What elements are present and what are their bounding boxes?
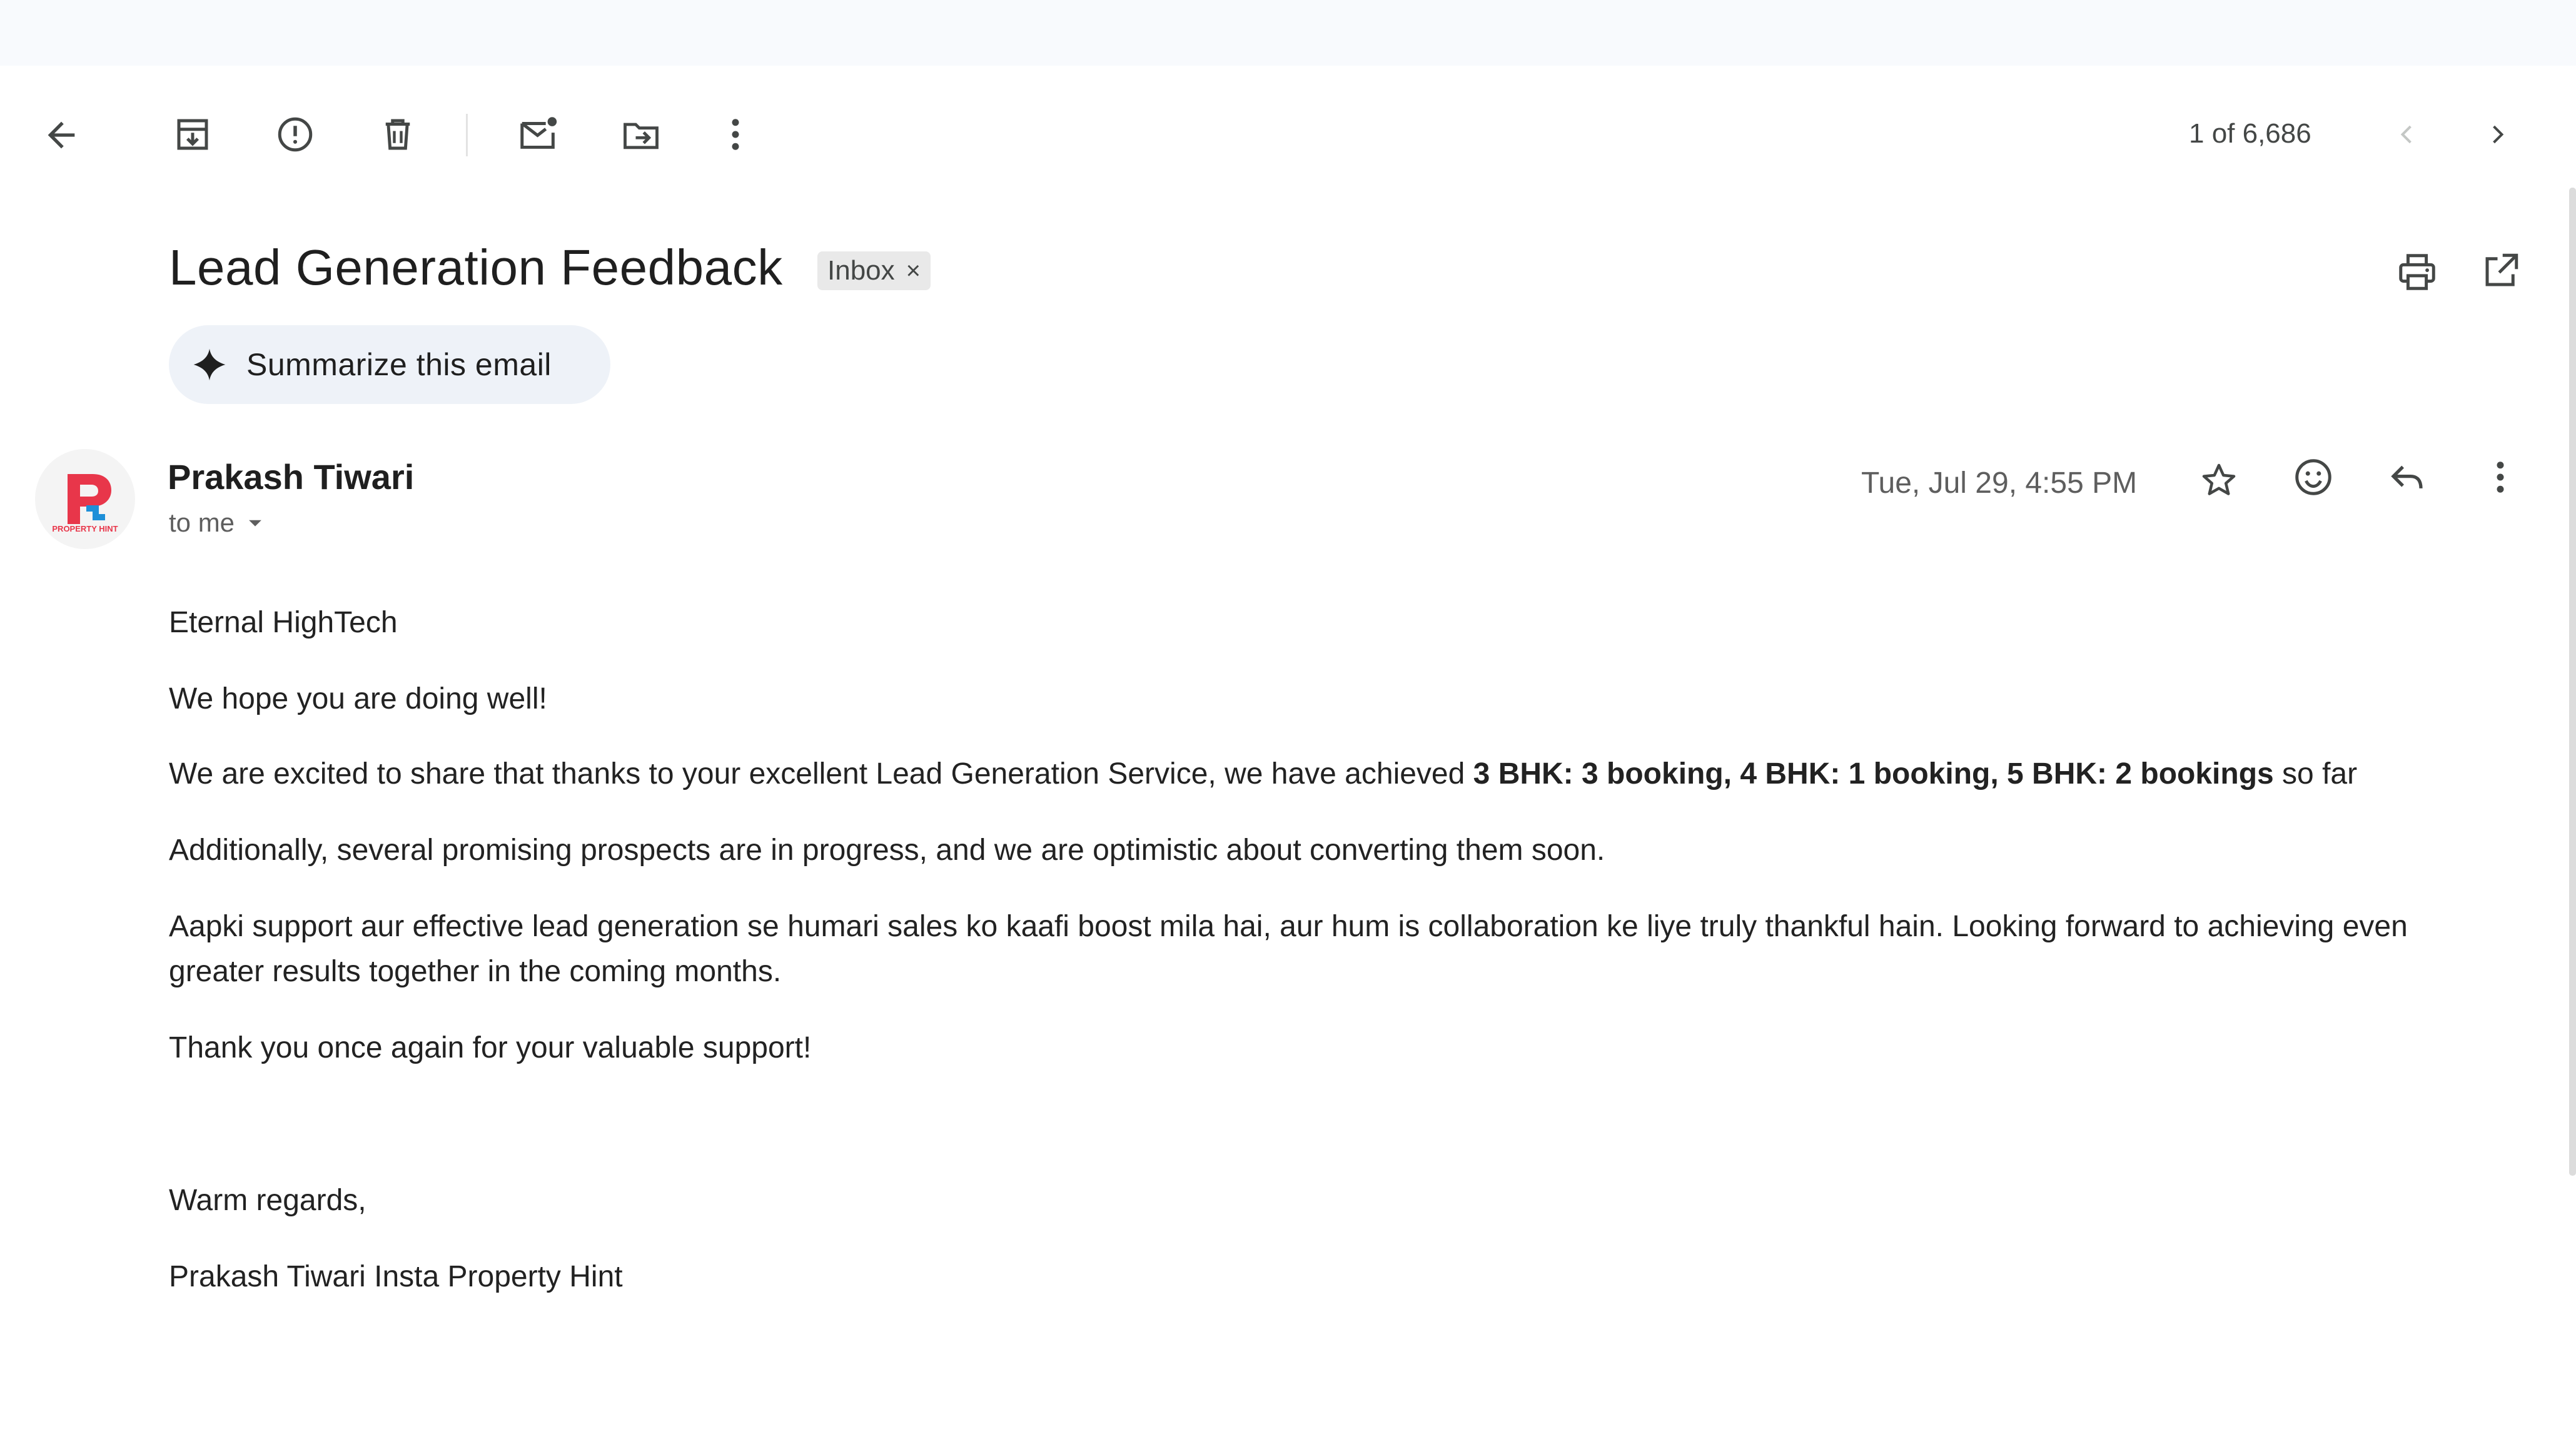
booking-summary: 3 BHK: 3 booking, 4 BHK: 1 booking, 5 BH… — [1473, 757, 2274, 790]
body-line-4: Aapki support aur effective lead generat… — [169, 910, 2408, 988]
back-arrow-icon[interactable] — [41, 115, 81, 155]
message-more-options-icon[interactable] — [2489, 457, 2512, 498]
recipient-line: to me — [169, 508, 235, 537]
body-line-2-prefix: We are excited to share that thanks to y… — [169, 757, 1473, 790]
sender-name[interactable]: Prakash Tiwari — [168, 457, 414, 497]
body-line-2: We are excited to share that thanks to y… — [169, 752, 2357, 797]
inbox-label-text: Inbox — [827, 255, 895, 286]
remove-label-close-icon[interactable]: × — [906, 258, 921, 283]
more-options-icon[interactable] — [724, 114, 747, 155]
sparkle-icon — [191, 346, 228, 383]
email-subject: Lead Generation Feedback — [169, 240, 783, 295]
archive-icon[interactable] — [172, 114, 213, 155]
reply-icon[interactable] — [2385, 457, 2429, 498]
delete-trash-icon[interactable] — [377, 114, 418, 155]
mark-unread-icon[interactable] — [517, 113, 560, 156]
older-chevron-right-icon[interactable] — [2484, 119, 2512, 150]
newer-chevron-left-icon[interactable] — [2393, 119, 2420, 150]
summarize-email-button[interactable]: Summarize this email — [169, 325, 610, 404]
body-line-5: Thank you once again for your valuable s… — [169, 1031, 812, 1064]
open-in-new-window-icon[interactable] — [2480, 250, 2522, 291]
body-line-2-suffix: so far — [2273, 757, 2358, 790]
print-icon[interactable] — [2395, 250, 2439, 294]
body-line-3: Additionally, several promising prospect… — [169, 834, 1605, 867]
caret-down-icon — [245, 512, 266, 533]
message-date: Tue, Jul 29, 4:55 PM — [1861, 467, 2138, 500]
add-reaction-emoji-icon[interactable] — [2291, 455, 2335, 499]
avatar-logo-text: PROPERTY HINT — [52, 524, 118, 533]
body-signature: Prakash Tiwari Insta Property Hint — [169, 1260, 623, 1293]
scrollbar[interactable] — [2569, 188, 2576, 1176]
inbox-label-chip: Inbox × — [817, 251, 931, 290]
body-greeting: Eternal HighTech — [169, 606, 398, 639]
summarize-label: Summarize this email — [246, 347, 552, 382]
star-icon[interactable] — [2199, 460, 2239, 500]
move-to-folder-icon[interactable] — [620, 114, 662, 156]
browser-top-strip — [0, 0, 2576, 66]
toolbar-divider — [466, 114, 468, 156]
body-line-1: We hope you are doing well! — [169, 682, 547, 715]
report-spam-icon[interactable] — [275, 114, 316, 155]
body-closing: Warm regards, — [169, 1184, 366, 1217]
sender-avatar[interactable]: PROPERTY HINT — [35, 449, 135, 549]
message-counter: 1 of 6,686 — [2189, 118, 2311, 149]
recipient-details-toggle[interactable]: to me — [169, 508, 266, 538]
